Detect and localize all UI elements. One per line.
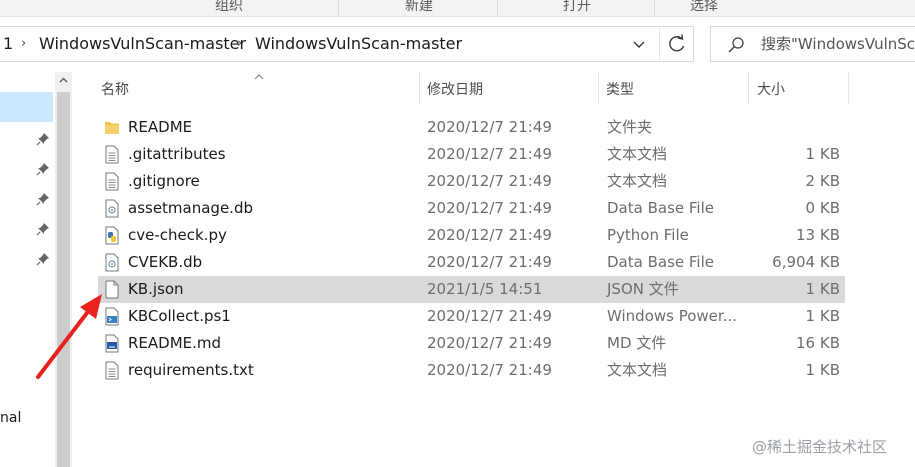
file-size: [760, 114, 840, 141]
file-row[interactable]: CVEKB.db 2020/12/7 21:49 Data Base File 6,9…: [98, 249, 845, 276]
ribbon-group-new[interactable]: 新建: [380, 0, 458, 16]
breadcrumb-separator[interactable]: ›: [21, 27, 26, 61]
file-modified-date: 2020/12/7 21:49: [427, 253, 552, 271]
file-name: CVEKB.db: [128, 253, 203, 271]
sort-caret-icon: [253, 66, 265, 80]
file-name: requirements.txt: [128, 361, 254, 379]
pin-icon[interactable]: [36, 131, 50, 146]
file-size: 16 KB: [796, 334, 840, 352]
file-modified-date: 2020/12/7 21:49: [427, 334, 552, 352]
navigation-pane: nal: [0, 72, 53, 467]
breadcrumb-separator[interactable]: ›: [237, 27, 242, 61]
column-divider[interactable]: [748, 72, 749, 104]
file-type: 文本文档: [607, 361, 668, 379]
file-modified-date: 2020/12/7 21:49: [427, 118, 552, 136]
breadcrumb-item[interactable]: WindowsVulnScan-master: [255, 27, 462, 61]
pin-icon[interactable]: [36, 251, 50, 266]
python-file-icon: [104, 226, 120, 245]
file-size: 1 KB: [805, 361, 840, 379]
file-size: 6,904 KB: [772, 253, 840, 271]
scroll-up-icon[interactable]: [55, 72, 72, 89]
file-size: 2 KB: [805, 172, 840, 190]
ribbon-group-organize[interactable]: 组织: [190, 0, 268, 16]
chevron-down-icon[interactable]: [625, 27, 653, 61]
annotation-arrow: [36, 294, 102, 379]
ribbon-divider: [497, 0, 498, 16]
file-name: cve-check.py: [128, 226, 227, 244]
pin-icon[interactable]: [36, 161, 50, 176]
file-row[interactable]: .gitignore 2020/12/7 21:49 文本文档 2 KB: [98, 168, 845, 195]
db-file-icon: [104, 253, 120, 272]
file-type: 文本文档: [607, 172, 668, 190]
file-size: 1 KB: [805, 280, 840, 298]
column-divider[interactable]: [419, 72, 420, 104]
file-size: 13 KB: [796, 226, 840, 244]
file-modified-date: 2020/12/7 21:49: [427, 361, 552, 379]
ribbon-divider: [338, 0, 339, 16]
nav-scrollbar[interactable]: [55, 72, 72, 467]
search-placeholder: 搜索"WindowsVulnSc: [761, 35, 915, 53]
refresh-icon[interactable]: [659, 27, 693, 61]
breadcrumb-item[interactable]: 1: [3, 27, 13, 61]
file-type: JSON 文件: [607, 280, 679, 298]
column-header-date[interactable]: 修改日期: [427, 72, 483, 108]
file-modified-date: 2020/12/7 21:49: [427, 172, 552, 190]
column-divider[interactable]: [598, 72, 599, 104]
pin-icon[interactable]: [36, 221, 50, 236]
file-modified-date: 2021/1/5 14:51: [427, 280, 543, 298]
file-name: assetmanage.db: [128, 199, 253, 217]
file-type: Data Base File: [607, 253, 714, 271]
address-bar[interactable]: 1 › WindowsVulnScan-master › WindowsVuln…: [0, 26, 694, 62]
search-icon: [727, 35, 747, 55]
address-row: 1 › WindowsVulnScan-master › WindowsVuln…: [0, 16, 915, 72]
file-type: Data Base File: [607, 199, 714, 217]
file-row[interactable]: KB.json 2021/1/5 14:51 JSON 文件 1 KB: [98, 276, 845, 303]
file-modified-date: 2020/12/7 21:49: [427, 226, 552, 244]
text-file-icon: [104, 145, 120, 164]
file-row[interactable]: cve-check.py 2020/12/7 21:49 Python File 13…: [98, 222, 845, 249]
pin-icon[interactable]: [36, 191, 50, 206]
search-input[interactable]: 搜索"WindowsVulnSc: [710, 26, 915, 62]
file-row[interactable]: assetmanage.db 2020/12/7 21:49 Data Base F…: [98, 195, 845, 222]
file-name: .gitignore: [128, 172, 200, 190]
nav-selected-item[interactable]: [0, 92, 53, 122]
db-file-icon: [104, 199, 120, 218]
file-name: KB.json: [128, 280, 184, 298]
file-row[interactable]: README 2020/12/7 21:49 文件夹: [98, 114, 845, 141]
file-row[interactable]: requirements.txt 2020/12/7 21:49 文本文档 1 KB: [98, 357, 845, 384]
file-row[interactable]: .gitattributes 2020/12/7 21:49 文本文档 1 KB: [98, 141, 845, 168]
file-size: 1 KB: [805, 145, 840, 163]
ribbon-bar: 组织 新建 打开 选择: [0, 0, 915, 16]
file-modified-date: 2020/12/7 21:49: [427, 307, 552, 325]
watermark: @稀土掘金技术社区: [752, 438, 888, 456]
text-file-icon: [104, 172, 120, 191]
column-header-size[interactable]: 大小: [757, 72, 785, 108]
file-type: Windows Power...: [607, 307, 738, 325]
file-row[interactable]: README.md 2020/12/7 21:49 MD 文件 16 KB: [98, 330, 845, 357]
file-type: Python File: [607, 226, 689, 244]
file-name: KBCollect.ps1: [128, 307, 231, 325]
file-name: .gitattributes: [128, 145, 226, 163]
file-type: 文本文档: [607, 145, 668, 163]
file-name: README: [128, 118, 193, 136]
ribbon-group-open[interactable]: 打开: [538, 0, 616, 16]
ribbon-group-select[interactable]: 选择: [665, 0, 743, 16]
scrollbar-thumb[interactable]: [57, 92, 70, 467]
nav-item-label[interactable]: nal: [0, 410, 21, 426]
ribbon-divider: [654, 0, 655, 16]
file-modified-date: 2020/12/7 21:49: [427, 199, 552, 217]
file-size: 0 KB: [805, 199, 840, 217]
file-size: 1 KB: [805, 307, 840, 325]
folder-icon: [104, 118, 120, 137]
file-modified-date: 2020/12/7 21:49: [427, 145, 552, 163]
file-type: 文件夹: [607, 118, 653, 136]
column-divider[interactable]: [848, 72, 849, 104]
file-name: README.md: [128, 334, 222, 352]
file-type: MD 文件: [607, 334, 667, 352]
column-header-type[interactable]: 类型: [606, 72, 634, 108]
file-row[interactable]: KBCollect.ps1 2020/12/7 21:49 Windows Powe…: [98, 303, 845, 330]
column-header-name[interactable]: 名称: [101, 72, 129, 108]
file-list: 名称 修改日期 类型 大小 README 2020/12/7 21:49 文件夹 .g…: [72, 72, 915, 467]
breadcrumb-item[interactable]: WindowsVulnScan-master: [39, 27, 246, 61]
